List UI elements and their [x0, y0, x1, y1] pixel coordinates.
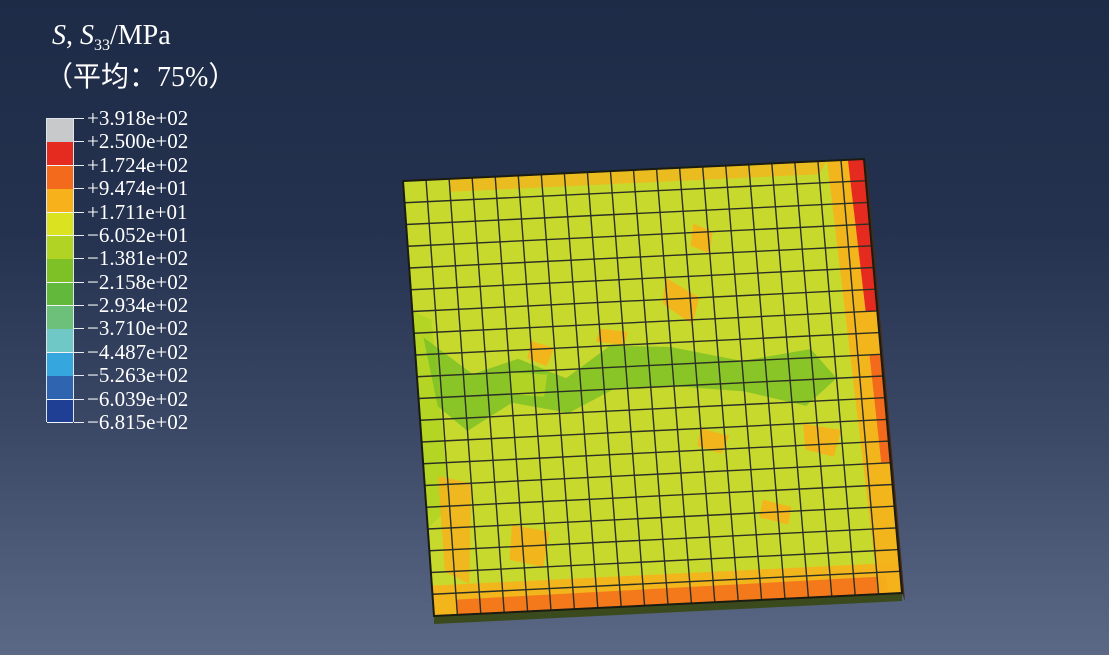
legend-swatch: [47, 282, 73, 307]
fe-mesh-model: [401, 157, 905, 624]
legend-label: +1.711e+01: [87, 199, 188, 224]
legend-title: S, S33/MPa: [52, 18, 171, 64]
legend-label: −2.158e+02: [87, 269, 189, 294]
legend-tick: [74, 118, 84, 119]
legend-tick: [74, 258, 84, 260]
legend-label: +2.500e+02: [87, 129, 189, 154]
legend-tick: [74, 164, 84, 166]
legend-title-subscript: 33: [94, 37, 110, 54]
legend-tick: [74, 398, 84, 400]
legend-title-separator: ,: [66, 20, 80, 51]
legend-title-unit: /MPa: [110, 20, 171, 51]
legend-label: +1.724e+02: [87, 152, 189, 177]
legend-title-component: S: [80, 20, 94, 51]
contour-legend: S, S33/MPa （平均：75%） +3.918e+02 +2.500e+02…: [0, 0, 320, 440]
legend-tick: [74, 422, 84, 423]
legend-tick: [74, 375, 84, 377]
legend-label: +9.474e+01: [87, 176, 189, 201]
legend-swatch: [47, 212, 73, 237]
legend-tick: [74, 234, 84, 236]
legend-swatch: [47, 352, 73, 377]
legend-label: −4.487e+02: [87, 339, 189, 364]
legend-averaging: （平均：75%）: [45, 62, 237, 93]
legend-swatch: [47, 189, 73, 213]
legend-swatch: [47, 259, 73, 284]
legend-title-variable: S: [52, 20, 66, 51]
legend-label: −3.710e+02: [87, 316, 189, 341]
legend-swatch: [47, 119, 73, 143]
legend-tick: [74, 141, 84, 143]
legend-tick: [74, 305, 84, 307]
legend-label: +3.918e+02: [87, 106, 189, 130]
legend-label: −1.381e+02: [87, 246, 189, 271]
legend-tick: [74, 351, 84, 353]
legend-label: −6.815e+02: [87, 410, 189, 434]
legend-colorbar: [46, 118, 74, 424]
legend-swatch: [47, 142, 73, 167]
legend-tick: [74, 188, 84, 190]
legend-label: −2.934e+02: [87, 293, 189, 318]
legend-tick: [74, 281, 84, 283]
legend-label: −5.263e+02: [87, 363, 189, 388]
legend-swatch: [47, 165, 73, 190]
legend-swatch: [47, 329, 73, 354]
legend-swatch: [47, 235, 73, 260]
legend-tick: [74, 211, 84, 213]
legend-swatch: [47, 376, 73, 400]
legend-tick: [74, 328, 84, 330]
legend-label: −6.052e+01: [87, 222, 189, 247]
legend-label: −6.039e+02: [87, 386, 189, 411]
legend-swatch: [47, 399, 73, 424]
legend-swatch: [47, 306, 73, 330]
